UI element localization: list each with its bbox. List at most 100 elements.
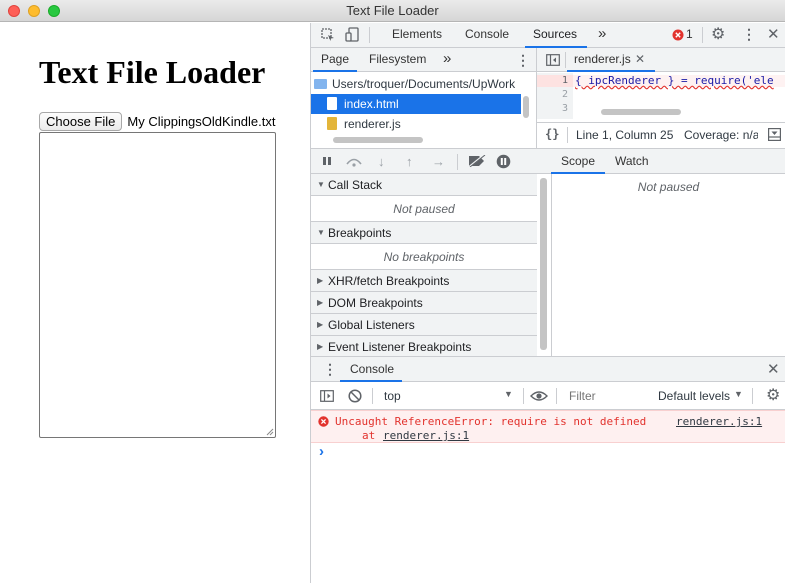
navigator-tab-page[interactable]: Page [321, 52, 349, 66]
expanded-triangle-icon: ▼ [317, 228, 325, 237]
settings-gear-icon[interactable]: ⚙ [711, 27, 725, 43]
navigator-tabbar: Page Filesystem » ⋮ [311, 48, 536, 72]
context-dropdown-icon[interactable]: ▼ [504, 390, 513, 399]
navigator-h-scrollbar[interactable] [333, 137, 423, 143]
tree-file-label: renderer.js [344, 117, 401, 131]
drawer-tab-console[interactable]: Console [350, 362, 394, 376]
debugger-divider [457, 154, 458, 170]
stack-frame-link[interactable]: renderer.js:1 [383, 429, 469, 442]
navigator-more-button[interactable]: » [443, 50, 451, 67]
close-file-tab-icon[interactable]: ✕ [635, 53, 645, 65]
tab-sources[interactable]: Sources [533, 27, 577, 41]
log-levels-dropdown[interactable]: Default levels [658, 389, 730, 403]
navigator-tab-filesystem[interactable]: Filesystem [369, 52, 426, 66]
collapsed-triangle-icon: ▶ [317, 320, 324, 329]
tab-scope[interactable]: Scope [561, 154, 595, 168]
step-over-icon[interactable] [345, 155, 363, 167]
sidebar-scrollbar[interactable] [540, 178, 547, 350]
tab-watch[interactable]: Watch [615, 154, 649, 168]
section-call-stack[interactable]: ▼ Call Stack [311, 174, 537, 196]
console-error-message: Uncaught ReferenceError: require is not … [311, 410, 785, 443]
section-global-listeners[interactable]: ▶ Global Listeners [311, 314, 537, 336]
tree-file-renderer-js[interactable]: renderer.js [311, 114, 521, 134]
line-number[interactable]: 3 [562, 103, 568, 114]
breakpoints-status: No breakpoints [311, 244, 537, 270]
pause-icon[interactable] [322, 156, 332, 166]
devtools-tabbar: Elements Console Sources » 1 ⚙ ⋮ ✕ [311, 23, 785, 48]
pause-on-exceptions-icon[interactable] [496, 154, 511, 169]
deactivate-breakpoints-icon[interactable] [468, 155, 486, 167]
folder-icon [314, 79, 327, 89]
editor-tabbar: renderer.js ✕ [537, 48, 785, 72]
devtools-panel: Elements Console Sources » 1 ⚙ ⋮ ✕ Page … [310, 23, 785, 583]
error-count[interactable]: 1 [686, 27, 693, 41]
editor-statusbar: {} Line 1, Column 25 Coverage: n/a [537, 122, 785, 146]
customize-menu-icon[interactable]: ⋮ [742, 27, 756, 41]
pretty-print-icon[interactable]: {} [545, 127, 559, 141]
scope-active-indicator [551, 172, 605, 174]
page-heading: Text File Loader [39, 54, 266, 90]
scope-tabbar: Scope Watch [551, 148, 785, 174]
resize-handle-icon[interactable] [266, 428, 274, 436]
editor-tab-divider [565, 52, 566, 68]
context-selector[interactable]: top [384, 389, 401, 403]
error-source-link[interactable]: renderer.js:1 [676, 415, 762, 428]
statusbar-divider [567, 127, 568, 143]
scope-status: Not paused [637, 180, 700, 194]
live-expression-eye-icon[interactable] [530, 390, 548, 402]
inspect-element-icon[interactable] [321, 28, 335, 42]
navigator-menu-icon[interactable]: ⋮ [516, 53, 530, 67]
choose-file-button[interactable]: Choose File [39, 112, 123, 131]
step-into-icon[interactable]: ↓ [378, 155, 385, 168]
console-toolbar-divider [372, 388, 373, 404]
drawer-menu-icon[interactable]: ⋮ [323, 362, 337, 376]
section-breakpoints[interactable]: ▼ Breakpoints [311, 222, 537, 244]
editor-active-indicator [567, 70, 655, 72]
code-editor[interactable]: { ipcRenderer } = require('ele [573, 73, 785, 119]
tree-file-index-html[interactable]: index.html [311, 94, 521, 114]
collapsed-triangle-icon: ▶ [317, 342, 324, 351]
file-input: Choose File My ClippingsOldKindle.txt [39, 112, 276, 131]
error-count-icon[interactable] [672, 29, 684, 41]
section-title: DOM Breakpoints [328, 296, 423, 310]
coverage-status: Coverage: n/a [684, 128, 758, 142]
tab-console[interactable]: Console [465, 27, 509, 41]
console-toolbar-divider [523, 388, 524, 404]
collapsed-triangle-icon: ▶ [317, 298, 324, 307]
section-title: Global Listeners [328, 318, 415, 332]
step-icon[interactable]: → [432, 155, 445, 168]
section-dom-breakpoints[interactable]: ▶ DOM Breakpoints [311, 292, 537, 314]
toggle-debugger-icon[interactable] [768, 128, 781, 141]
close-devtools-icon[interactable]: ✕ [767, 27, 780, 42]
section-title: XHR/fetch Breakpoints [328, 274, 450, 288]
clear-console-icon[interactable] [348, 389, 362, 403]
tree-file-label: index.html [344, 97, 399, 111]
console-settings-gear-icon[interactable]: ⚙ [766, 388, 780, 404]
tabbar-divider-2 [702, 27, 703, 43]
console-prompt-icon: › [319, 443, 324, 460]
toggle-navigator-icon[interactable] [546, 54, 560, 66]
window-title: Text File Loader [346, 3, 439, 18]
section-event-listener-breakpoints[interactable]: ▶ Event Listener Breakpoints [311, 336, 537, 358]
line-number[interactable]: 2 [562, 89, 568, 100]
code-line: { ipcRenderer } = require('ele [575, 74, 774, 87]
navigator-scrollbar[interactable] [523, 96, 529, 118]
expanded-triangle-icon: ▼ [317, 180, 325, 189]
line-number[interactable]: 1 [562, 75, 568, 86]
levels-dropdown-icon[interactable]: ▼ [734, 390, 743, 399]
console-input[interactable] [333, 446, 783, 464]
console-drawer-header: ⋮ Console ✕ [311, 356, 785, 382]
editor-gutter: 1 2 3 [537, 73, 573, 119]
tree-folder[interactable]: Users/troquer/Documents/UpWork [311, 74, 521, 94]
more-tabs-button[interactable]: » [598, 25, 606, 42]
console-sidebar-icon[interactable] [320, 390, 334, 402]
editor-file-tab[interactable]: renderer.js [574, 52, 631, 66]
tab-elements[interactable]: Elements [392, 27, 442, 41]
file-content-textarea[interactable] [39, 132, 276, 438]
section-xhr-breakpoints[interactable]: ▶ XHR/fetch Breakpoints [311, 270, 537, 292]
step-out-icon[interactable]: ↑ [406, 155, 413, 168]
editor-h-scrollbar[interactable] [601, 109, 681, 115]
device-toolbar-icon[interactable] [345, 27, 359, 43]
close-drawer-icon[interactable]: ✕ [767, 362, 780, 377]
console-filter-input[interactable] [565, 386, 649, 406]
